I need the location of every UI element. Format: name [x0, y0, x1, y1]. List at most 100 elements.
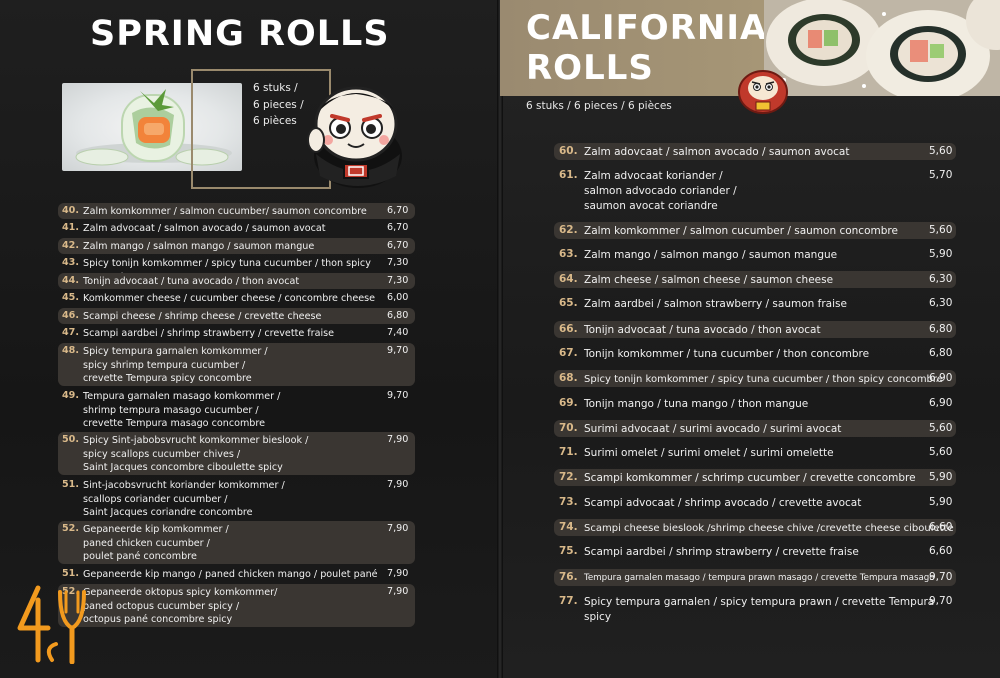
item-price: 7,30	[387, 275, 409, 286]
item-description: Surimi omelet / surimi omelet / surimi o…	[584, 447, 834, 459]
menu-item: 46. Scampi cheese / shrimp cheese / creve…	[58, 308, 415, 324]
item-description: Tonijn komkommer / tuna cucumber / thon …	[584, 348, 870, 360]
item-description: Zalm cheese / salmon cheese / saumon che…	[584, 274, 834, 286]
item-number: 76.	[559, 571, 578, 583]
item-description: Scampi aardbei / shrimp strawberry / cre…	[83, 328, 335, 339]
item-number: 68.	[559, 372, 578, 384]
menu-item: 43. Spicy tonijn komkommer / spicy tuna c…	[58, 255, 415, 283]
item-description: Tempura garnalen masago / tempura prawn …	[584, 573, 935, 583]
item-price: 5,60	[929, 145, 953, 157]
item-description: Tonijn advocaat / tuna avocado / thon av…	[584, 324, 821, 336]
item-price: 6,70	[387, 240, 409, 251]
menu-item: 70. Surimi advocaat / surimi avocado / su…	[554, 420, 956, 437]
menu-item: 49. Tempura garnalen masago komkommer / s…	[58, 388, 415, 431]
menu-item: 66. Tonijn advocaat / tuna avocado / thon…	[554, 321, 956, 338]
item-description: Surimi advocaat / surimi avocado / surim…	[584, 423, 842, 435]
item-number: 60.	[559, 145, 578, 157]
item-price: 5,60	[929, 224, 953, 236]
item-description: Scampi cheese / shrimp cheese / crevette…	[83, 311, 322, 322]
item-number: 63.	[559, 248, 578, 260]
item-price: 6,80	[929, 323, 953, 335]
item-number: 42.	[62, 240, 79, 251]
item-number: 44.	[62, 275, 79, 286]
menu-item: 63. Zalm mango / salmon mango / saumon ma…	[554, 246, 956, 263]
item-number: 51.	[62, 479, 79, 490]
item-price: 6,60	[929, 545, 953, 557]
item-description: Spicy tempura garnalen komkommer / spicy…	[83, 346, 268, 384]
pieces-line: 6 stuks /	[253, 82, 298, 94]
menu-item: 72. Scampi komkommer / schrimp cucumber /…	[554, 469, 956, 486]
item-description: Spicy Sint-jabobsvrucht komkommer bieslo…	[83, 435, 309, 473]
item-number: 45.	[62, 292, 79, 303]
item-description: Zalm komkommer / salmon cucumber/ saumon…	[83, 206, 367, 217]
item-price: 5,90	[929, 471, 953, 483]
item-number: 69.	[559, 397, 578, 409]
menu-item: 61. Zalm advocaat koriander / salmon advo…	[554, 167, 956, 215]
menu-item: 67. Tonijn komkommer / tuna cucumber / th…	[554, 345, 956, 362]
item-price: 9,70	[929, 595, 953, 607]
menu-item: 68. Spicy tonijn komkommer / spicy tuna c…	[554, 370, 956, 387]
item-description: Zalm adovcaat / salmon avocado / saumon …	[584, 146, 850, 158]
menu-item: 75. Scampi aardbei / shrimp strawberry / …	[554, 543, 956, 560]
item-number: 49.	[62, 390, 79, 401]
item-description: Tempura garnalen masago komkommer / shri…	[83, 391, 281, 429]
california-rolls-pieces: 6 stuks / 6 pieces / 6 pièces	[526, 100, 672, 112]
item-price: 9,70	[929, 571, 953, 583]
item-description: Komkommer cheese / cucumber cheese / con…	[83, 293, 376, 304]
menu-item: 52. Gepaneerde oktopus spicy komkommer/ p…	[58, 584, 415, 627]
menu-item: 62. Zalm komkommer / salmon cucumber / sa…	[554, 222, 956, 239]
item-price: 5,90	[929, 496, 953, 508]
page-spine	[497, 0, 503, 678]
item-price: 5,90	[929, 248, 953, 260]
item-number: 51.	[62, 568, 79, 579]
menu-spread: SPRING ROLLS 6 stuks / 6 pieces / 6 pièc…	[0, 0, 1000, 678]
title-line: CALIFORNIA	[526, 8, 768, 48]
item-description: Scampi aardbei / shrimp strawberry / cre…	[584, 546, 859, 558]
item-price: 7,90	[387, 479, 409, 490]
menu-item: 42. Zalm mango / salmon mango / saumon ma…	[58, 238, 415, 254]
menu-item: 77. Spicy tempura garnalen / spicy tempur…	[554, 593, 956, 623]
menu-item: 74. Scampi cheese bieslook /shrimp cheese…	[554, 519, 956, 536]
menu-item: 51. Gepaneerde kip mango / paned chicken …	[58, 566, 415, 594]
item-description: Scampi komkommer / schrimp cucumber / cr…	[584, 472, 916, 484]
item-price: 7,90	[387, 434, 409, 445]
item-description: Spicy tonijn komkommer / spicy tuna cucu…	[584, 374, 943, 385]
item-price: 7,90	[387, 523, 409, 534]
menu-item: 44. Tonijn advocaat / tuna avocado / thon…	[58, 273, 415, 289]
item-number: 52.	[62, 523, 79, 534]
item-number: 50.	[62, 434, 79, 445]
item-number: 72.	[559, 471, 578, 483]
item-description: Zalm advocaat / salmon avocado / saumon …	[83, 223, 326, 234]
item-description: Gepaneerde kip komkommer / paned chicken…	[83, 524, 229, 562]
item-number: 75.	[559, 545, 578, 557]
item-price: 6,70	[387, 222, 409, 233]
item-price: 6,90	[929, 372, 953, 384]
menu-item: 51. Sint-jacobsvrucht koriander komkommer…	[58, 477, 415, 520]
item-description: Scampi cheese bieslook /shrimp cheese ch…	[584, 523, 954, 534]
menu-item: 50. Spicy Sint-jabobsvrucht komkommer bie…	[58, 432, 415, 475]
item-description: Zalm mango / salmon mango / saumon mangu…	[83, 241, 315, 252]
item-price: 5,70	[929, 169, 953, 181]
item-number: 47.	[62, 327, 79, 338]
item-price: 5,60	[929, 422, 953, 434]
item-number: 77.	[559, 595, 578, 607]
item-price: 7,40	[387, 327, 409, 338]
spring-rolls-pieces: 6 stuks / 6 pieces / 6 pièces	[253, 80, 304, 130]
menu-item: 73. Scampi advocaat / shrimp avocado / cr…	[554, 494, 956, 511]
4sl-logo-icon	[14, 582, 94, 668]
california-roll-photo	[764, 0, 1000, 96]
item-number: 61.	[559, 169, 578, 181]
menu-item: 45. Komkommer cheese / cucumber cheese /…	[58, 290, 415, 306]
california-rolls-title: CALIFORNIA ROLLS	[526, 8, 767, 88]
item-price: 9,70	[387, 390, 409, 401]
item-price: 6,30	[929, 297, 953, 309]
pieces-line: 6 pièces	[253, 115, 297, 127]
item-price: 6,30	[929, 273, 953, 285]
menu-item: 41. Zalm advocaat / salmon avocado / saum…	[58, 220, 415, 236]
item-description: Gepaneerde oktopus spicy komkommer/ pane…	[83, 587, 278, 625]
title-line: ROLLS	[526, 48, 654, 88]
item-number: 67.	[559, 347, 578, 359]
item-description: Scampi advocaat / shrimp avocado / creve…	[584, 497, 862, 509]
item-description: Spicy tempura garnalen / spicy tempura p…	[584, 596, 935, 623]
item-price: 7,90	[387, 568, 409, 579]
